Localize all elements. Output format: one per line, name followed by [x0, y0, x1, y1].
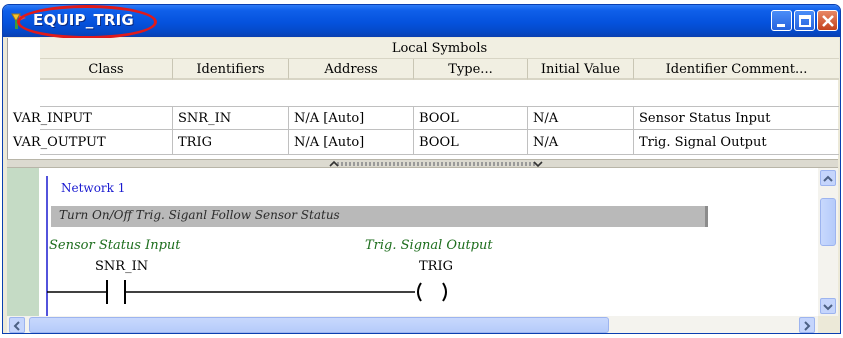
- table-row[interactable]: VAR_INPUT SNR_IN N/A [Auto] BOOL N/A Sen…: [13, 106, 839, 131]
- cell-identifier-comment[interactable]: Sensor Status Input: [634, 107, 839, 131]
- local-symbols-table: Local Symbols Class Identifiers Address …: [7, 38, 839, 159]
- table-header: Local Symbols Class Identifiers Address …: [40, 38, 839, 80]
- chevron-right-icon: [804, 321, 811, 331]
- splitter-grip[interactable]: [337, 162, 537, 166]
- maximize-icon: [799, 15, 811, 27]
- contact-comment: Sensor Status Input: [49, 238, 181, 253]
- column-header-identifiers[interactable]: Identifiers: [173, 59, 289, 80]
- cell-type[interactable]: BOOL: [414, 131, 528, 155]
- scrollbar-corner: [818, 316, 838, 333]
- network-label: Network 1: [61, 181, 126, 195]
- splitter-up-arrow-icon[interactable]: [329, 160, 339, 168]
- scroll-down-button[interactable]: [820, 298, 836, 314]
- column-header-identifier-comment[interactable]: Identifier Comment...: [634, 59, 839, 80]
- close-button[interactable]: [817, 10, 838, 31]
- contact-identifier[interactable]: SNR_IN: [95, 259, 148, 274]
- cell-identifier-comment[interactable]: Trig. Signal Output: [634, 131, 839, 155]
- splitter-down-arrow-icon[interactable]: [533, 160, 543, 168]
- horizontal-scrollbar[interactable]: [7, 316, 818, 333]
- maximize-button[interactable]: [794, 10, 815, 31]
- title-bar[interactable]: EQUIP_TRIG: [3, 5, 840, 39]
- cell-identifier[interactable]: TRIG: [173, 131, 289, 155]
- cell-class[interactable]: VAR_OUTPUT: [8, 131, 173, 155]
- coil-comment: Trig. Signal Output: [365, 238, 493, 253]
- ladder-editor[interactable]: Network 1 Turn On/Off Trig. Siganl Follo…: [7, 168, 818, 316]
- cell-type[interactable]: BOOL: [414, 107, 528, 131]
- title-highlight-ellipse: [17, 5, 157, 39]
- chevron-down-icon: [823, 304, 833, 311]
- scroll-up-button[interactable]: [820, 170, 836, 186]
- cell-initial-value[interactable]: N/A: [528, 131, 634, 155]
- cell-identifier[interactable]: SNR_IN: [173, 107, 289, 131]
- table-row[interactable]: VAR_OUTPUT TRIG N/A [Auto] BOOL N/A Trig…: [13, 131, 839, 155]
- vertical-scroll-thumb[interactable]: [820, 198, 836, 246]
- scroll-left-button[interactable]: [9, 317, 25, 333]
- vertical-scrollbar[interactable]: [818, 168, 838, 316]
- editor-window: EQUIP_TRIG Local Symbols Class Identifie…: [2, 4, 841, 334]
- scroll-right-button[interactable]: [799, 317, 815, 333]
- column-header-class[interactable]: Class: [40, 59, 173, 80]
- coil-identifier[interactable]: TRIG: [419, 259, 453, 274]
- cell-initial-value[interactable]: N/A: [528, 107, 634, 131]
- minimize-button[interactable]: [771, 10, 792, 31]
- chevron-left-icon: [13, 321, 20, 331]
- minimize-icon: [777, 24, 785, 27]
- column-header-type[interactable]: Type...: [414, 59, 528, 80]
- network-comment-bar[interactable]: Turn On/Off Trig. Siganl Follow Sensor S…: [51, 206, 708, 227]
- network-comment: Turn On/Off Trig. Siganl Follow Sensor S…: [59, 208, 340, 222]
- pane-splitter[interactable]: [7, 159, 838, 168]
- close-icon: [822, 15, 834, 27]
- cell-address[interactable]: N/A [Auto]: [289, 131, 414, 155]
- column-header-address[interactable]: Address: [289, 59, 414, 80]
- cell-address[interactable]: N/A [Auto]: [289, 107, 414, 131]
- horizontal-scroll-thumb[interactable]: [29, 317, 609, 333]
- column-header-initial-value[interactable]: Initial Value: [528, 59, 634, 80]
- chevron-up-icon: [823, 175, 833, 182]
- local-symbols-title: Local Symbols: [40, 38, 839, 59]
- cell-class[interactable]: VAR_INPUT: [8, 107, 173, 131]
